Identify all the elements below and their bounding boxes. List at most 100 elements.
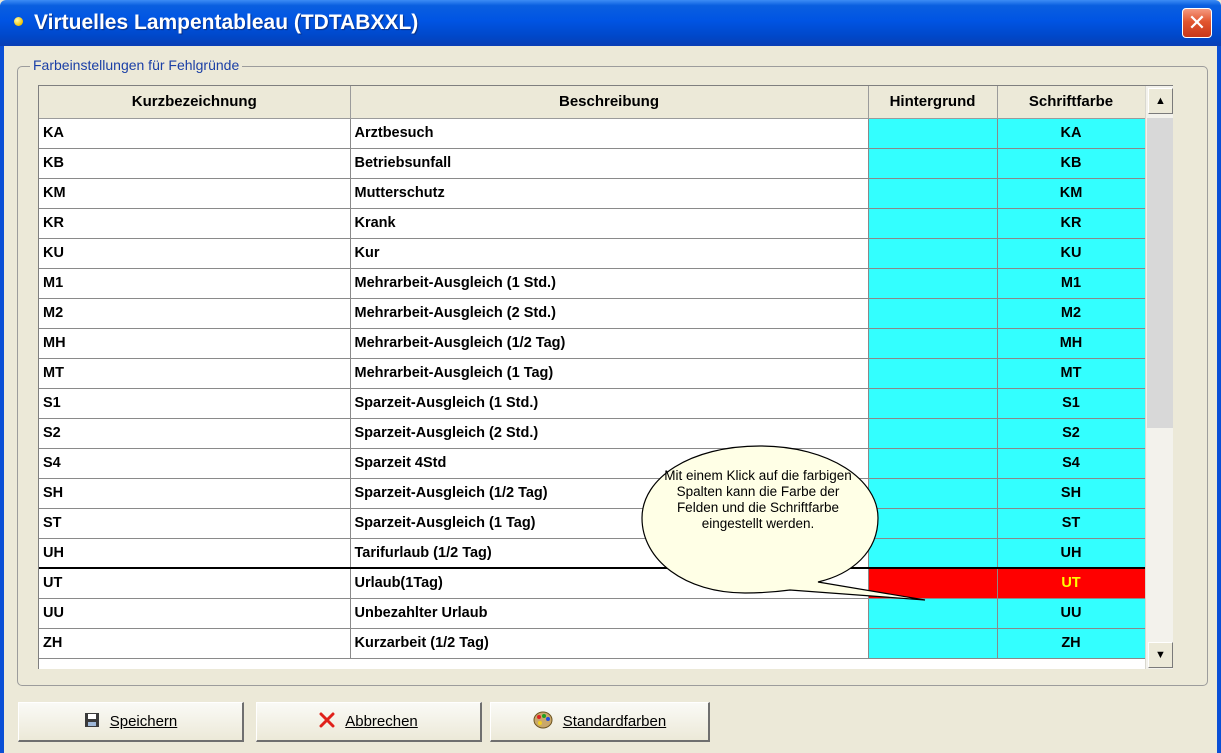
column-header-hintergrund[interactable]: Hintergrund [868, 86, 998, 119]
table-row[interactable]: KR Krank KR [39, 208, 1146, 239]
cell-kurzbezeichnung[interactable]: UT [39, 567, 351, 599]
cell-hintergrund-swatch[interactable] [868, 178, 998, 209]
cell-kurzbezeichnung[interactable]: SH [39, 478, 351, 509]
cell-hintergrund-swatch[interactable] [868, 118, 998, 149]
cell-kurzbezeichnung[interactable]: S1 [39, 388, 351, 419]
cell-kurzbezeichnung[interactable]: KR [39, 208, 351, 239]
cell-schriftfarbe-preview[interactable]: M2 [997, 298, 1146, 329]
header-row: Kurzbezeichnung Beschreibung Hintergrund… [39, 86, 1146, 119]
table-row[interactable]: ZH Kurzarbeit (1/2 Tag) ZH [39, 628, 1146, 659]
cell-beschreibung[interactable]: Mehrarbeit-Ausgleich (1/2 Tag) [350, 328, 869, 359]
cell-schriftfarbe-preview[interactable]: KR [997, 208, 1146, 239]
table-row[interactable]: S1 Sparzeit-Ausgleich (1 Std.) S1 [39, 388, 1146, 419]
cell-kurzbezeichnung[interactable]: KM [39, 178, 351, 209]
cell-schriftfarbe-preview[interactable]: KU [997, 238, 1146, 269]
cell-hintergrund-swatch[interactable] [868, 148, 998, 179]
cell-hintergrund-swatch[interactable] [868, 328, 998, 359]
cell-beschreibung[interactable]: Mehrarbeit-Ausgleich (2 Std.) [350, 298, 869, 329]
app-dot-icon [14, 17, 23, 26]
table-row[interactable]: UT Urlaub(1Tag) UT [39, 567, 1146, 599]
cell-beschreibung[interactable]: Mutterschutz [350, 178, 869, 209]
floppy-disk-icon [84, 712, 100, 732]
cell-hintergrund-swatch[interactable] [868, 208, 998, 239]
save-button[interactable]: Speichern [18, 702, 244, 742]
cell-kurzbezeichnung[interactable]: MH [39, 328, 351, 359]
reasons-grid: Kurzbezeichnung Beschreibung Hintergrund… [38, 85, 1173, 669]
palette-icon [533, 711, 553, 733]
cell-kurzbezeichnung[interactable]: MT [39, 358, 351, 389]
cell-hintergrund-swatch[interactable] [868, 628, 998, 659]
cell-beschreibung[interactable]: Krank [350, 208, 869, 239]
cell-beschreibung[interactable]: Sparzeit-Ausgleich (1 Std.) [350, 388, 869, 419]
cell-kurzbezeichnung[interactable]: S4 [39, 448, 351, 479]
column-header-schriftfarbe[interactable]: Schriftfarbe [997, 86, 1146, 119]
table-row[interactable]: SH Sparzeit-Ausgleich (1/2 Tag) SH [39, 478, 1146, 509]
cell-schriftfarbe-preview[interactable]: ST [997, 508, 1146, 539]
cell-beschreibung[interactable]: Kurzarbeit (1/2 Tag) [350, 628, 869, 659]
cell-schriftfarbe-preview[interactable]: S1 [997, 388, 1146, 419]
table-row[interactable]: ST Sparzeit-Ausgleich (1 Tag) ST [39, 508, 1146, 539]
cell-kurzbezeichnung[interactable]: KU [39, 238, 351, 269]
table-row[interactable]: M1 Mehrarbeit-Ausgleich (1 Std.) M1 [39, 268, 1146, 299]
cell-schriftfarbe-preview[interactable]: KB [997, 148, 1146, 179]
column-header-kurzbezeichnung[interactable]: Kurzbezeichnung [39, 86, 351, 119]
window-border-left [0, 46, 4, 753]
table-row[interactable]: MT Mehrarbeit-Ausgleich (1 Tag) MT [39, 358, 1146, 389]
cell-schriftfarbe-preview[interactable]: M1 [997, 268, 1146, 299]
cell-kurzbezeichnung[interactable]: M1 [39, 268, 351, 299]
vertical-scrollbar[interactable]: ▲ ▼ [1145, 86, 1173, 669]
cell-schriftfarbe-preview[interactable]: UH [997, 538, 1146, 569]
cell-schriftfarbe-preview[interactable]: KM [997, 178, 1146, 209]
cell-hintergrund-swatch[interactable] [868, 388, 998, 419]
cell-hintergrund-swatch[interactable] [868, 358, 998, 389]
cell-schriftfarbe-preview[interactable]: MT [997, 358, 1146, 389]
cell-kurzbezeichnung[interactable]: ST [39, 508, 351, 539]
scroll-up-icon[interactable]: ▲ [1148, 88, 1173, 114]
cell-schriftfarbe-preview[interactable]: S4 [997, 448, 1146, 479]
cell-schriftfarbe-preview[interactable]: UT [997, 567, 1146, 599]
cell-beschreibung[interactable]: Arztbesuch [350, 118, 869, 149]
table-row[interactable]: UH Tarifurlaub (1/2 Tag) UH [39, 538, 1146, 569]
scroll-down-icon[interactable]: ▼ [1148, 642, 1173, 668]
table-row[interactable]: KM Mutterschutz KM [39, 178, 1146, 209]
close-button[interactable]: ✕ [1182, 8, 1212, 38]
red-x-icon [319, 712, 335, 732]
group-label: Farbeinstellungen für Fehlgründe [30, 57, 243, 73]
table-row[interactable]: KU Kur KU [39, 238, 1146, 269]
cell-hintergrund-swatch[interactable] [868, 298, 998, 329]
cell-kurzbezeichnung[interactable]: S2 [39, 418, 351, 449]
default-colors-button-label: Standardfarben [562, 713, 667, 730]
cell-hintergrund-swatch[interactable] [868, 238, 998, 269]
table-row[interactable]: S4 Sparzeit 4Std S4 [39, 448, 1146, 479]
cell-beschreibung[interactable]: Kur [350, 238, 869, 269]
cell-beschreibung[interactable]: Mehrarbeit-Ausgleich (1 Tag) [350, 358, 869, 389]
cell-kurzbezeichnung[interactable]: KB [39, 148, 351, 179]
table-row[interactable]: KB Betriebsunfall KB [39, 148, 1146, 179]
cancel-button[interactable]: Abbrechen [256, 702, 482, 742]
help-balloon: Mit einem Klick auf die farbigen Spalten… [640, 440, 926, 620]
cell-beschreibung[interactable]: Mehrarbeit-Ausgleich (1 Std.) [350, 268, 869, 299]
table-row[interactable]: KA Arztbesuch KA [39, 118, 1146, 149]
default-colors-button[interactable]: Standardfarben [490, 702, 710, 742]
cell-kurzbezeichnung[interactable]: ZH [39, 628, 351, 659]
cell-schriftfarbe-preview[interactable]: UU [997, 598, 1146, 629]
table-row[interactable]: UU Unbezahlter Urlaub UU [39, 598, 1146, 629]
table-row[interactable]: M2 Mehrarbeit-Ausgleich (2 Std.) M2 [39, 298, 1146, 329]
table-row[interactable]: S2 Sparzeit-Ausgleich (2 Std.) S2 [39, 418, 1146, 449]
cell-hintergrund-swatch[interactable] [868, 268, 998, 299]
scroll-thumb[interactable] [1147, 118, 1173, 428]
table-row[interactable]: MH Mehrarbeit-Ausgleich (1/2 Tag) MH [39, 328, 1146, 359]
window-title: Virtuelles Lampentableau (TDTABXXL) [34, 11, 419, 34]
cell-beschreibung[interactable]: Betriebsunfall [350, 148, 869, 179]
cell-kurzbezeichnung[interactable]: KA [39, 118, 351, 149]
column-header-beschreibung[interactable]: Beschreibung [350, 86, 869, 119]
cell-kurzbezeichnung[interactable]: UH [39, 538, 351, 569]
cell-schriftfarbe-preview[interactable]: MH [997, 328, 1146, 359]
help-balloon-text: Mit einem Klick auf die farbigen Spalten… [664, 468, 852, 531]
cell-schriftfarbe-preview[interactable]: S2 [997, 418, 1146, 449]
cell-schriftfarbe-preview[interactable]: ZH [997, 628, 1146, 659]
cell-schriftfarbe-preview[interactable]: KA [997, 118, 1146, 149]
cell-kurzbezeichnung[interactable]: M2 [39, 298, 351, 329]
cell-schriftfarbe-preview[interactable]: SH [997, 478, 1146, 509]
cell-kurzbezeichnung[interactable]: UU [39, 598, 351, 629]
